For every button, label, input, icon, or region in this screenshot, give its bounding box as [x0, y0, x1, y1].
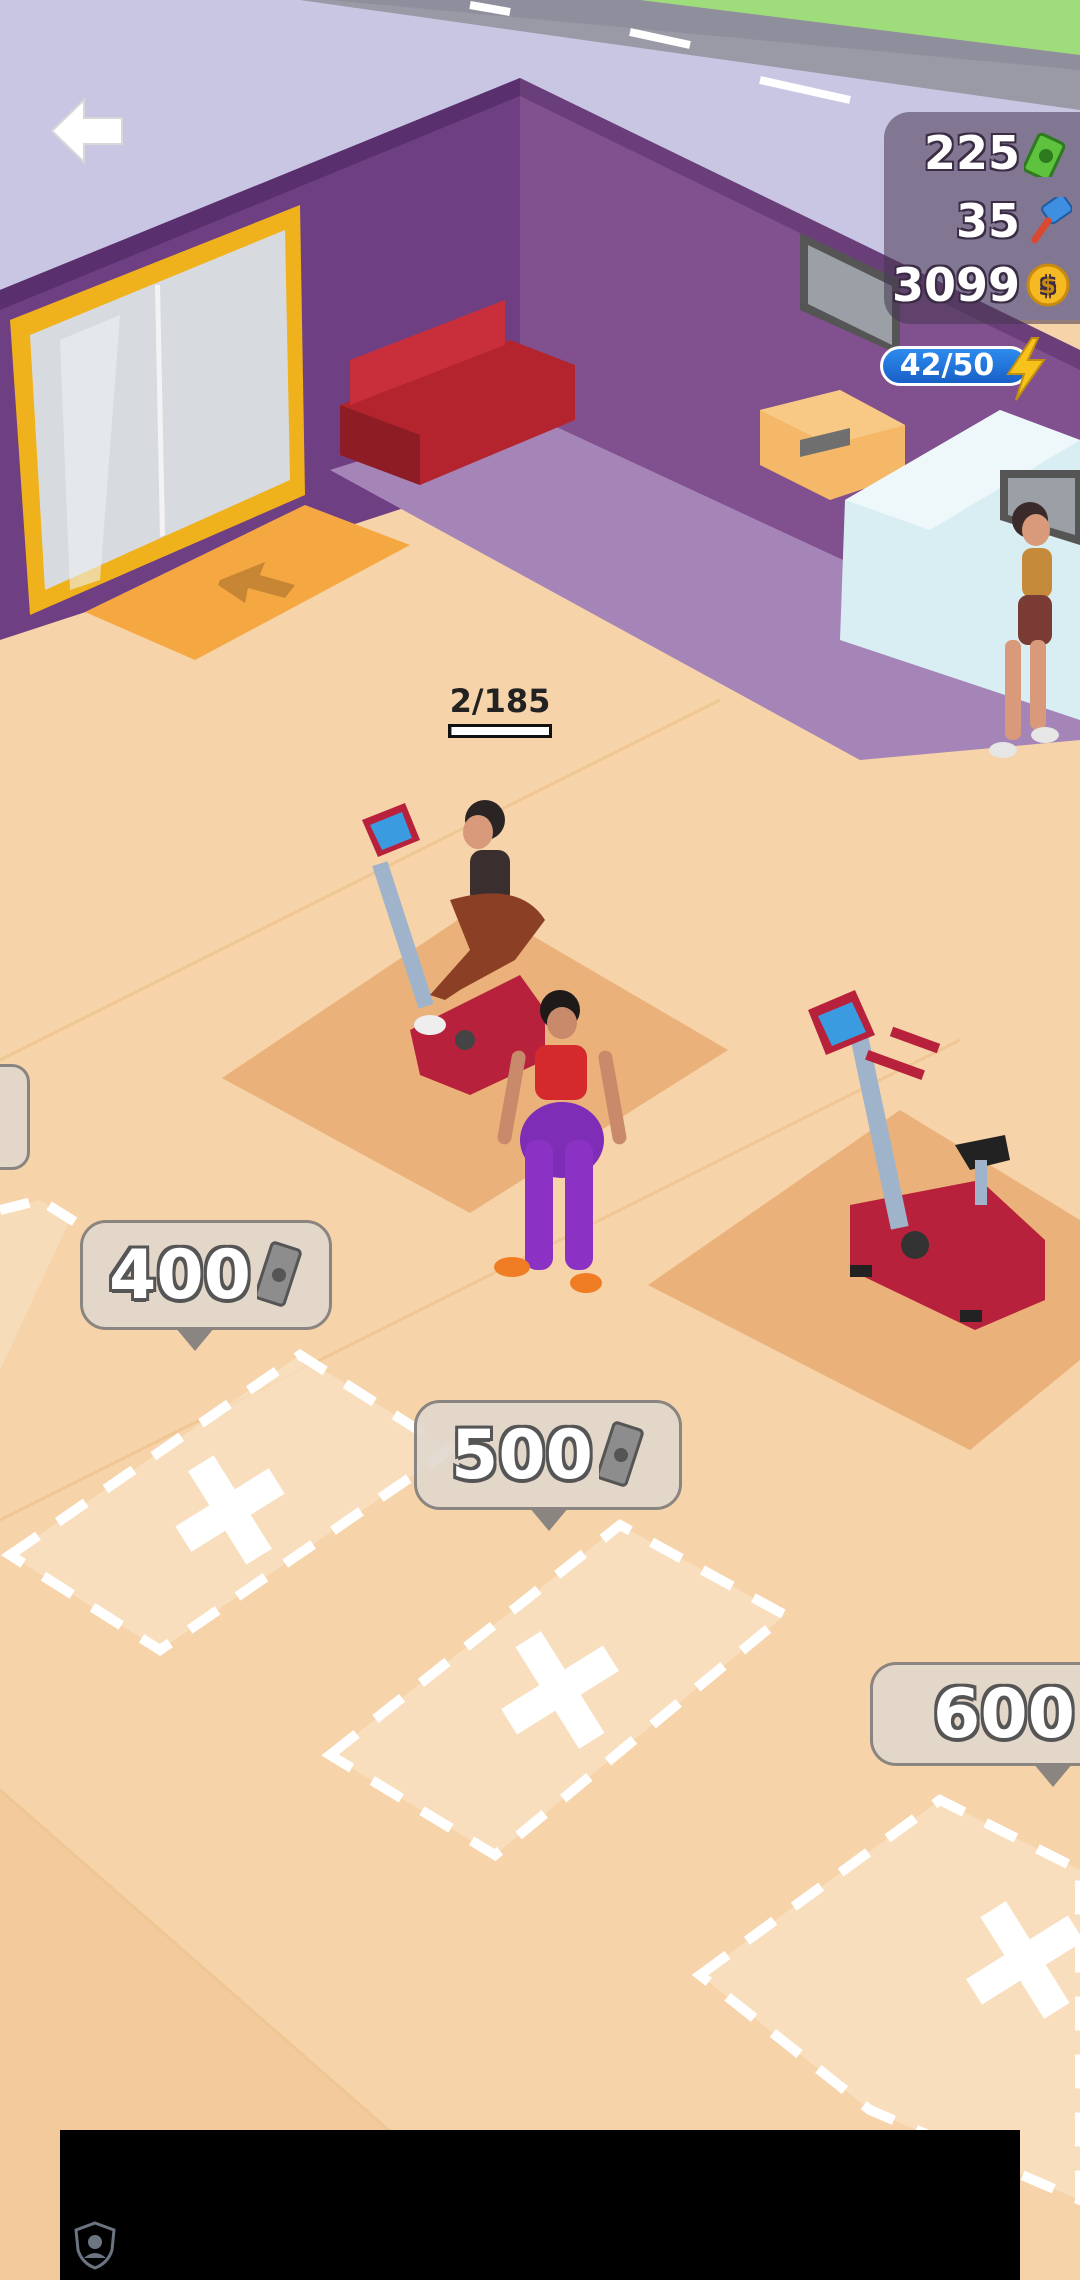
offscreen-price-tag[interactable] — [0, 1064, 30, 1170]
price-value: 400 — [109, 1235, 251, 1315]
ad-banner[interactable] — [60, 2130, 1020, 2280]
back-arrow-icon — [50, 97, 123, 165]
price-value: 600 — [933, 1674, 1075, 1754]
coin-value: 3099 — [891, 258, 1020, 312]
energy-meter: 42/50 — [880, 337, 1046, 401]
hammer-icon — [1031, 197, 1072, 244]
hammer-counter: 35 — [956, 194, 1072, 248]
cash-value: 225 — [923, 126, 1020, 180]
price-tag-500[interactable]: 500 — [414, 1400, 682, 1531]
back-button[interactable] — [48, 96, 126, 166]
workout-progress: 2/185 — [446, 682, 554, 738]
bill-icon — [598, 1421, 644, 1487]
price-tag-400[interactable]: 400 — [80, 1220, 332, 1351]
workout-progress-fill — [451, 727, 453, 735]
lightning-icon — [1006, 337, 1046, 401]
resource-panel: 225 35 3099 $ — [884, 112, 1080, 324]
price-value: 500 — [451, 1415, 593, 1495]
cash-counter: 225 — [924, 126, 1072, 180]
price-tag-600[interactable]: 600 — [870, 1662, 1080, 1787]
svg-text:$: $ — [1040, 274, 1055, 299]
hammer-value: 35 — [955, 194, 1020, 248]
workout-progress-bar — [448, 724, 552, 738]
bill-icon — [256, 1241, 302, 1307]
shield-icon — [74, 2221, 116, 2270]
workout-progress-label: 2/185 — [449, 682, 551, 720]
coin-counter: 3099 $ — [892, 258, 1072, 312]
coin-icon: $ — [1026, 263, 1070, 307]
cash-icon — [1024, 132, 1066, 177]
